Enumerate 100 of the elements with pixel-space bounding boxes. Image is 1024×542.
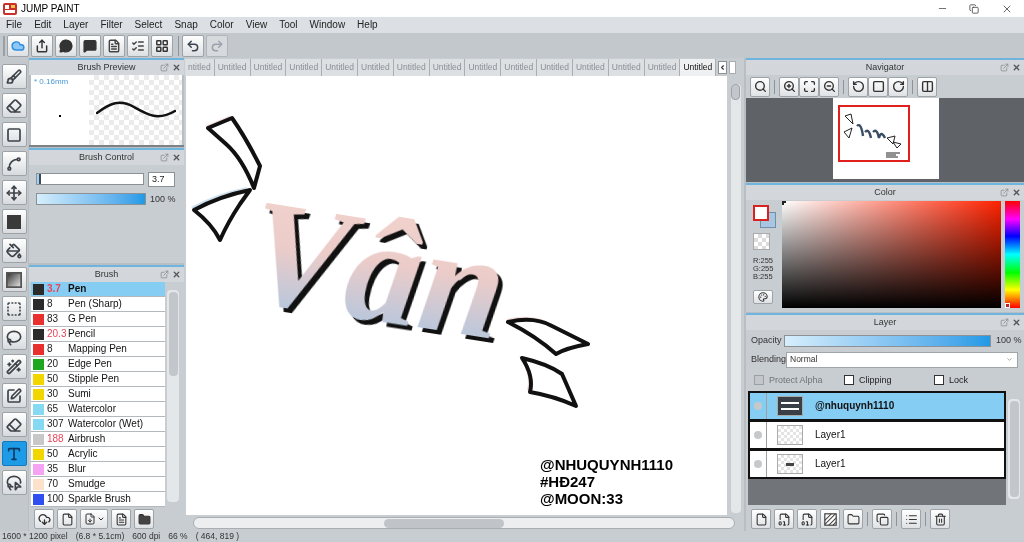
color-gradient-field[interactable] xyxy=(782,201,1001,308)
tool-button[interactable] xyxy=(1,64,27,89)
close-icon[interactable] xyxy=(172,63,181,72)
menu-item[interactable]: Layer xyxy=(63,20,89,30)
opacity-slider[interactable] xyxy=(784,334,991,347)
tool-button[interactable] xyxy=(1,151,27,176)
new-layer-button[interactable] xyxy=(751,509,771,530)
menu-item[interactable]: File xyxy=(6,20,23,30)
navigator-button[interactable] xyxy=(750,76,770,97)
toolbar-button[interactable] xyxy=(79,34,101,57)
duplicate-button[interactable] xyxy=(872,509,892,530)
navigator-button[interactable] xyxy=(848,76,868,97)
scrollbar-thumb[interactable] xyxy=(384,518,504,528)
folder-button[interactable] xyxy=(134,509,154,529)
close-icon[interactable] xyxy=(1012,188,1021,197)
brush-list-item[interactable]: 50 Acrylic xyxy=(31,447,165,462)
tool-button[interactable] xyxy=(1,122,27,147)
layer-row[interactable]: Layer1 xyxy=(748,449,1006,480)
toolbar-button[interactable] xyxy=(103,34,125,57)
menu-item[interactable]: Snap xyxy=(174,20,198,30)
visibility-toggle[interactable] xyxy=(754,431,762,440)
transparent-swatch[interactable] xyxy=(753,233,770,250)
import-button[interactable] xyxy=(80,509,108,529)
toolbar-button[interactable] xyxy=(31,34,53,57)
brush-list-item[interactable]: 83 G Pen xyxy=(31,312,165,327)
menu-item[interactable]: View xyxy=(245,20,268,30)
scrollbar-thumb[interactable] xyxy=(168,292,178,376)
brush-list-item[interactable]: 100 Sparkle Brush xyxy=(31,492,165,507)
color-swatches-icon[interactable] xyxy=(753,205,776,228)
tool-button[interactable] xyxy=(1,354,27,379)
navigator-button[interactable] xyxy=(868,76,888,97)
close-icon[interactable] xyxy=(1012,63,1021,72)
close-icon[interactable] xyxy=(172,153,181,162)
toolbar-button[interactable] xyxy=(182,34,204,57)
palette-button[interactable] xyxy=(753,290,773,304)
brush-list-item[interactable]: 3.7 Pen xyxy=(31,282,165,297)
scrollbar[interactable] xyxy=(167,290,179,502)
hue-slider[interactable] xyxy=(1005,201,1020,308)
tool-button[interactable] xyxy=(1,180,27,205)
size-input[interactable]: 3.7 xyxy=(148,171,175,187)
scrollbar[interactable] xyxy=(193,517,735,529)
tool-button[interactable] xyxy=(1,325,27,350)
brush-list-item[interactable]: 20.3Pencil xyxy=(31,327,165,342)
download-button[interactable] xyxy=(34,509,54,529)
menu-item[interactable]: Color xyxy=(209,20,234,30)
tool-button[interactable] xyxy=(1,470,27,495)
toolbar-button[interactable] xyxy=(55,34,77,57)
menu-item[interactable]: Edit xyxy=(34,20,52,30)
close-icon[interactable] xyxy=(1012,318,1021,327)
canvas-paper[interactable]: Vân @NHUQUYNH1110 #HĐ247 @MOON:33 xyxy=(186,76,727,515)
menu-item[interactable]: Select xyxy=(134,20,163,30)
new-brush-button[interactable] xyxy=(57,509,77,529)
brush-list-item[interactable]: 188 Airbrush xyxy=(31,432,165,447)
visibility-toggle[interactable] xyxy=(754,460,762,469)
brush-list-item[interactable]: 35 Blur xyxy=(31,462,165,477)
settings-button[interactable] xyxy=(111,509,131,529)
tool-button[interactable] xyxy=(1,209,27,234)
layer-button[interactable] xyxy=(774,509,794,530)
layer-row[interactable]: Layer1 xyxy=(748,420,1006,451)
scrollbar-thumb[interactable] xyxy=(731,84,740,100)
menu-item[interactable]: Filter xyxy=(100,20,123,30)
menu-item[interactable]: Window xyxy=(309,20,346,30)
checkbox[interactable] xyxy=(844,375,854,386)
tab-scroll-button[interactable] xyxy=(718,61,728,74)
brush-list-item[interactable]: 65 Watercolor xyxy=(31,402,165,417)
brush-list-item[interactable]: 30 Sumi xyxy=(31,387,165,402)
hue-slider-thumb[interactable] xyxy=(1005,303,1010,308)
brush-list-item[interactable]: 50 Stipple Pen xyxy=(31,372,165,387)
brush-list-item[interactable]: 307 Watercolor (Wet) xyxy=(31,417,165,432)
tool-button[interactable] xyxy=(1,296,27,321)
visibility-toggle[interactable] xyxy=(754,402,762,411)
menu-item[interactable]: Tool xyxy=(279,20,298,30)
close-icon[interactable] xyxy=(172,270,181,279)
viewport-frame[interactable] xyxy=(838,105,910,162)
scrollbar[interactable] xyxy=(730,84,741,513)
tool-button[interactable] xyxy=(1,412,27,437)
tool-button[interactable] xyxy=(1,383,27,408)
navigator-button[interactable] xyxy=(799,76,819,97)
toolbar-button[interactable] xyxy=(151,34,173,57)
brush-list-item[interactable]: 8 Mapping Pen xyxy=(31,342,165,357)
navigator-button[interactable] xyxy=(819,76,839,97)
blending-dropdown[interactable]: Normal xyxy=(786,351,1018,368)
layer-button[interactable] xyxy=(820,509,840,530)
layer-button[interactable] xyxy=(797,509,817,530)
navigator-button[interactable] xyxy=(779,76,799,97)
tool-button[interactable] xyxy=(1,441,27,466)
tool-button[interactable] xyxy=(1,93,27,118)
merge-button[interactable] xyxy=(901,509,921,530)
navigator-button[interactable] xyxy=(917,76,937,97)
canvas-thumbnail[interactable] xyxy=(833,98,939,179)
folder-button[interactable] xyxy=(843,509,863,530)
navigator-button[interactable] xyxy=(888,76,908,97)
brush-list-item[interactable]: 70 Smudge xyxy=(31,477,165,492)
tool-button[interactable] xyxy=(1,267,27,292)
tool-button[interactable] xyxy=(1,238,27,263)
checkbox[interactable] xyxy=(934,375,944,386)
opacity-slider[interactable] xyxy=(36,193,146,205)
delete-button[interactable] xyxy=(930,509,950,530)
document-tab[interactable]: Untitled xyxy=(680,59,717,76)
menu-item[interactable]: Help xyxy=(357,20,378,30)
